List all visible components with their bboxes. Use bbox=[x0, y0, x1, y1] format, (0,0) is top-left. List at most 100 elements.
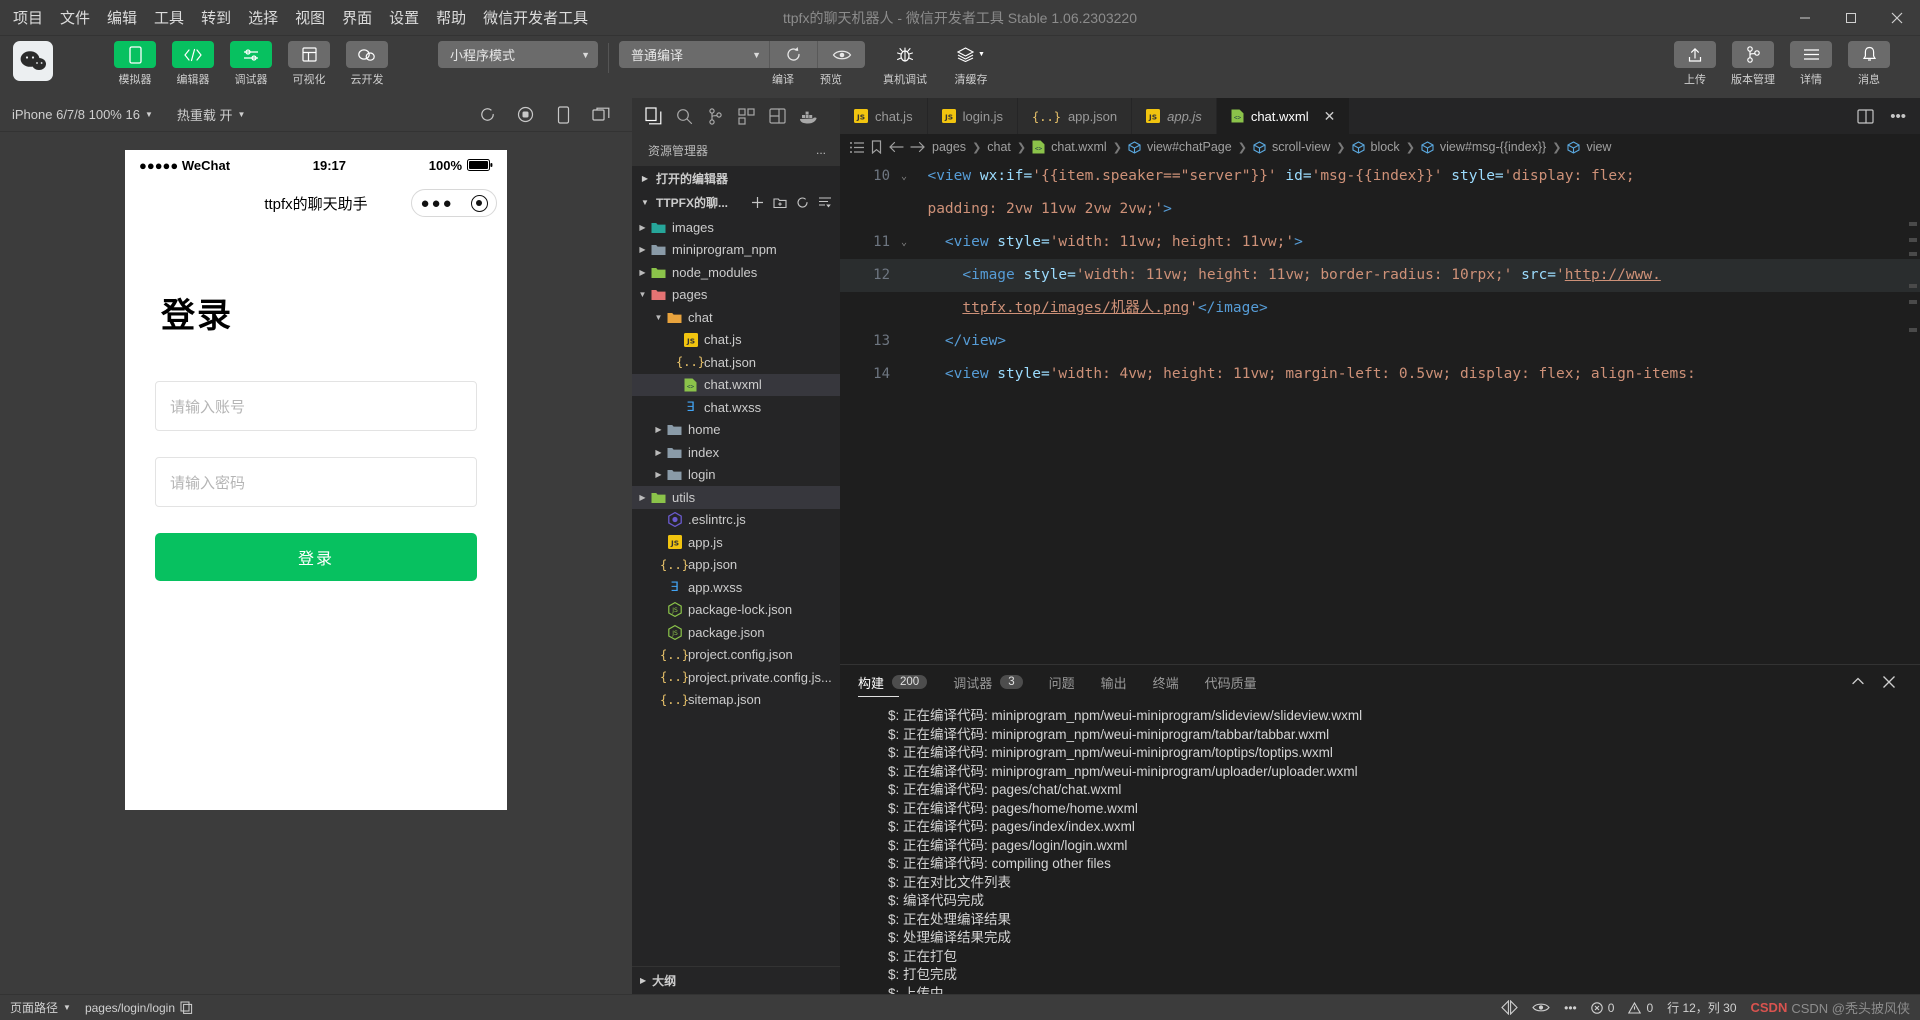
password-input[interactable]: 请输入密码 bbox=[155, 457, 477, 507]
code-line[interactable]: 10 ⌄ <view wx:if='{{item.speaker=="server… bbox=[840, 160, 1920, 193]
close-panel-icon[interactable] bbox=[1882, 675, 1896, 689]
preview-button[interactable] bbox=[817, 41, 865, 68]
panel-tab[interactable]: 代码质量 bbox=[1205, 665, 1257, 699]
tree-file[interactable]: {..} project.private.config.js... bbox=[632, 666, 840, 689]
open-editors-section[interactable]: ▶ 打开的编辑器 bbox=[632, 166, 840, 190]
real-device-debug-button[interactable]: 真机调试 bbox=[879, 41, 931, 87]
search-icon[interactable] bbox=[669, 99, 700, 133]
chevron-down-icon[interactable]: ▼ bbox=[636, 290, 649, 299]
chevron-down-icon[interactable]: ▼ bbox=[652, 313, 665, 322]
more-icon[interactable]: ••• bbox=[1890, 108, 1906, 125]
cursor-position[interactable]: 行 12，列 30 bbox=[1667, 999, 1736, 1016]
refresh-icon[interactable] bbox=[796, 196, 809, 209]
fold-icon[interactable]: ⌄ bbox=[901, 160, 907, 193]
tree-file[interactable]: {..} chat.json bbox=[632, 351, 840, 374]
tree-file[interactable]: <> chat.wxml bbox=[632, 373, 840, 396]
code-line[interactable]: 13 </view> bbox=[840, 325, 1920, 358]
tree-folder[interactable]: ▶ index bbox=[632, 441, 840, 464]
extensions-icon[interactable] bbox=[731, 99, 762, 133]
menu-item-view[interactable]: 视图 bbox=[295, 7, 325, 28]
panel-tab[interactable]: 终端 bbox=[1153, 665, 1179, 699]
collapse-icon[interactable] bbox=[818, 196, 832, 209]
mode-select[interactable]: 小程序模式 ▼ bbox=[438, 41, 598, 68]
phone-capsule[interactable]: ●●● bbox=[411, 189, 497, 217]
tree-file[interactable]: JS chat.js bbox=[632, 329, 840, 352]
visualizer-button[interactable]: 可视化 bbox=[283, 41, 335, 87]
hot-reload-select[interactable]: 热重载 开 ▼ bbox=[177, 105, 246, 124]
page-path-value-group[interactable]: pages/login/login bbox=[85, 1001, 193, 1015]
tree-folder[interactable]: ▶ utils bbox=[632, 486, 840, 509]
bookmark-icon[interactable] bbox=[871, 140, 882, 154]
details-button[interactable]: 详情 bbox=[1785, 41, 1837, 87]
more-icon[interactable]: ... bbox=[816, 143, 826, 157]
menu-item-interface[interactable]: 界面 bbox=[342, 7, 372, 28]
eye-icon[interactable] bbox=[1532, 1001, 1550, 1014]
breadcrumb-item[interactable]: view bbox=[1567, 140, 1611, 154]
docker-icon[interactable] bbox=[793, 99, 824, 133]
compile-button[interactable] bbox=[769, 41, 817, 68]
refresh-icon[interactable] bbox=[468, 106, 506, 123]
chevron-right-icon[interactable]: ▶ bbox=[652, 470, 665, 479]
menu-item-edit[interactable]: 编辑 bbox=[107, 7, 137, 28]
menu-item-tools[interactable]: 工具 bbox=[154, 7, 184, 28]
upload-button[interactable]: 上传 bbox=[1669, 41, 1721, 87]
breadcrumb-item[interactable]: chat bbox=[987, 140, 1011, 154]
code-line[interactable]: 11 ⌄ <view style='width: 11vw; height: 11… bbox=[840, 226, 1920, 259]
breadcrumb-item[interactable]: block bbox=[1351, 140, 1400, 154]
new-file-icon[interactable] bbox=[751, 196, 764, 209]
fold-icon[interactable]: ⌄ bbox=[901, 226, 907, 259]
debugger-button[interactable]: 调试器 bbox=[225, 41, 277, 87]
breadcrumb-item[interactable]: pages bbox=[932, 140, 966, 154]
device-select[interactable]: iPhone 6/7/8 100% 16 ▼ bbox=[12, 107, 153, 122]
menu-item-select[interactable]: 选择 bbox=[248, 7, 278, 28]
code-line[interactable]: 14 <view style='width: 4vw; height: 11vw… bbox=[840, 358, 1920, 391]
status-more-icon[interactable]: ••• bbox=[1564, 1001, 1577, 1015]
menu-item-help[interactable]: 帮助 bbox=[436, 7, 466, 28]
panel-tab[interactable]: 输出 bbox=[1101, 665, 1127, 699]
chevron-right-icon[interactable]: ▶ bbox=[636, 493, 649, 502]
tree-file[interactable]: JS package.json bbox=[632, 621, 840, 644]
tree-file[interactable]: {..} app.json bbox=[632, 554, 840, 577]
menu-item-file[interactable]: 文件 bbox=[60, 7, 90, 28]
editor-button[interactable]: 编辑器 bbox=[167, 41, 219, 87]
tree-folder[interactable]: ▶ node_modules bbox=[632, 261, 840, 284]
chevron-right-icon[interactable]: ▶ bbox=[636, 268, 649, 277]
close-target-icon[interactable] bbox=[470, 194, 488, 212]
code-line[interactable]: ttpfx.top/images/机器人.png'</image> bbox=[840, 292, 1920, 325]
code-line[interactable]: padding: 2vw 11vw 2vw 2vw;'> bbox=[840, 193, 1920, 226]
warning-count[interactable]: 0 bbox=[1628, 1001, 1653, 1015]
tree-file[interactable]: {..} project.config.json bbox=[632, 644, 840, 667]
chevron-right-icon[interactable]: ▶ bbox=[636, 223, 649, 232]
phone-icon[interactable] bbox=[544, 105, 582, 124]
tree-file[interactable]: .eslintrc.js bbox=[632, 509, 840, 532]
tree-file[interactable]: ∃ app.wxss bbox=[632, 576, 840, 599]
mirror-icon[interactable] bbox=[1501, 1000, 1518, 1015]
editor-tab[interactable]: JS app.js bbox=[1132, 98, 1217, 134]
outline-section[interactable]: ▶ 大纲 bbox=[632, 966, 840, 994]
menu-item-devtools[interactable]: 微信开发者工具 bbox=[483, 7, 588, 28]
source-control-icon[interactable] bbox=[700, 99, 731, 133]
tree-file[interactable]: JS package-lock.json bbox=[632, 599, 840, 622]
panel-tab[interactable]: 调试器 3 bbox=[953, 665, 1023, 699]
editor-tab[interactable]: {..} app.json bbox=[1018, 98, 1133, 134]
page-path-select[interactable]: 页面路径 ▼ bbox=[10, 999, 71, 1016]
nav-back-icon[interactable] bbox=[888, 141, 904, 153]
close-icon[interactable]: ✕ bbox=[1324, 108, 1336, 125]
chevron-right-icon[interactable]: ▶ bbox=[652, 448, 665, 457]
tree-file[interactable]: JS app.js bbox=[632, 531, 840, 554]
breadcrumb-item[interactable]: view#msg-{{index}} bbox=[1421, 140, 1546, 154]
breadcrumb-item[interactable]: scroll-view bbox=[1253, 140, 1330, 154]
layout-icon[interactable] bbox=[762, 99, 793, 133]
login-button[interactable]: 登录 bbox=[155, 533, 477, 581]
error-count[interactable]: 0 bbox=[1591, 1001, 1614, 1015]
tree-file[interactable]: {..} sitemap.json bbox=[632, 689, 840, 712]
maximize-icon[interactable] bbox=[1828, 0, 1874, 36]
tree-folder[interactable]: ▶ login bbox=[632, 464, 840, 487]
clear-cache-button[interactable]: ▼ 清缓存 bbox=[943, 41, 999, 87]
simulator-button[interactable]: 模拟器 bbox=[109, 41, 161, 87]
menu-item-goto[interactable]: 转到 bbox=[201, 7, 231, 28]
more-icon[interactable]: ●●● bbox=[420, 195, 453, 212]
version-control-button[interactable]: 版本管理 bbox=[1727, 41, 1779, 87]
breadcrumb-item[interactable]: view#chatPage bbox=[1128, 140, 1232, 154]
editor-tab[interactable]: JS login.js bbox=[927, 98, 1019, 134]
